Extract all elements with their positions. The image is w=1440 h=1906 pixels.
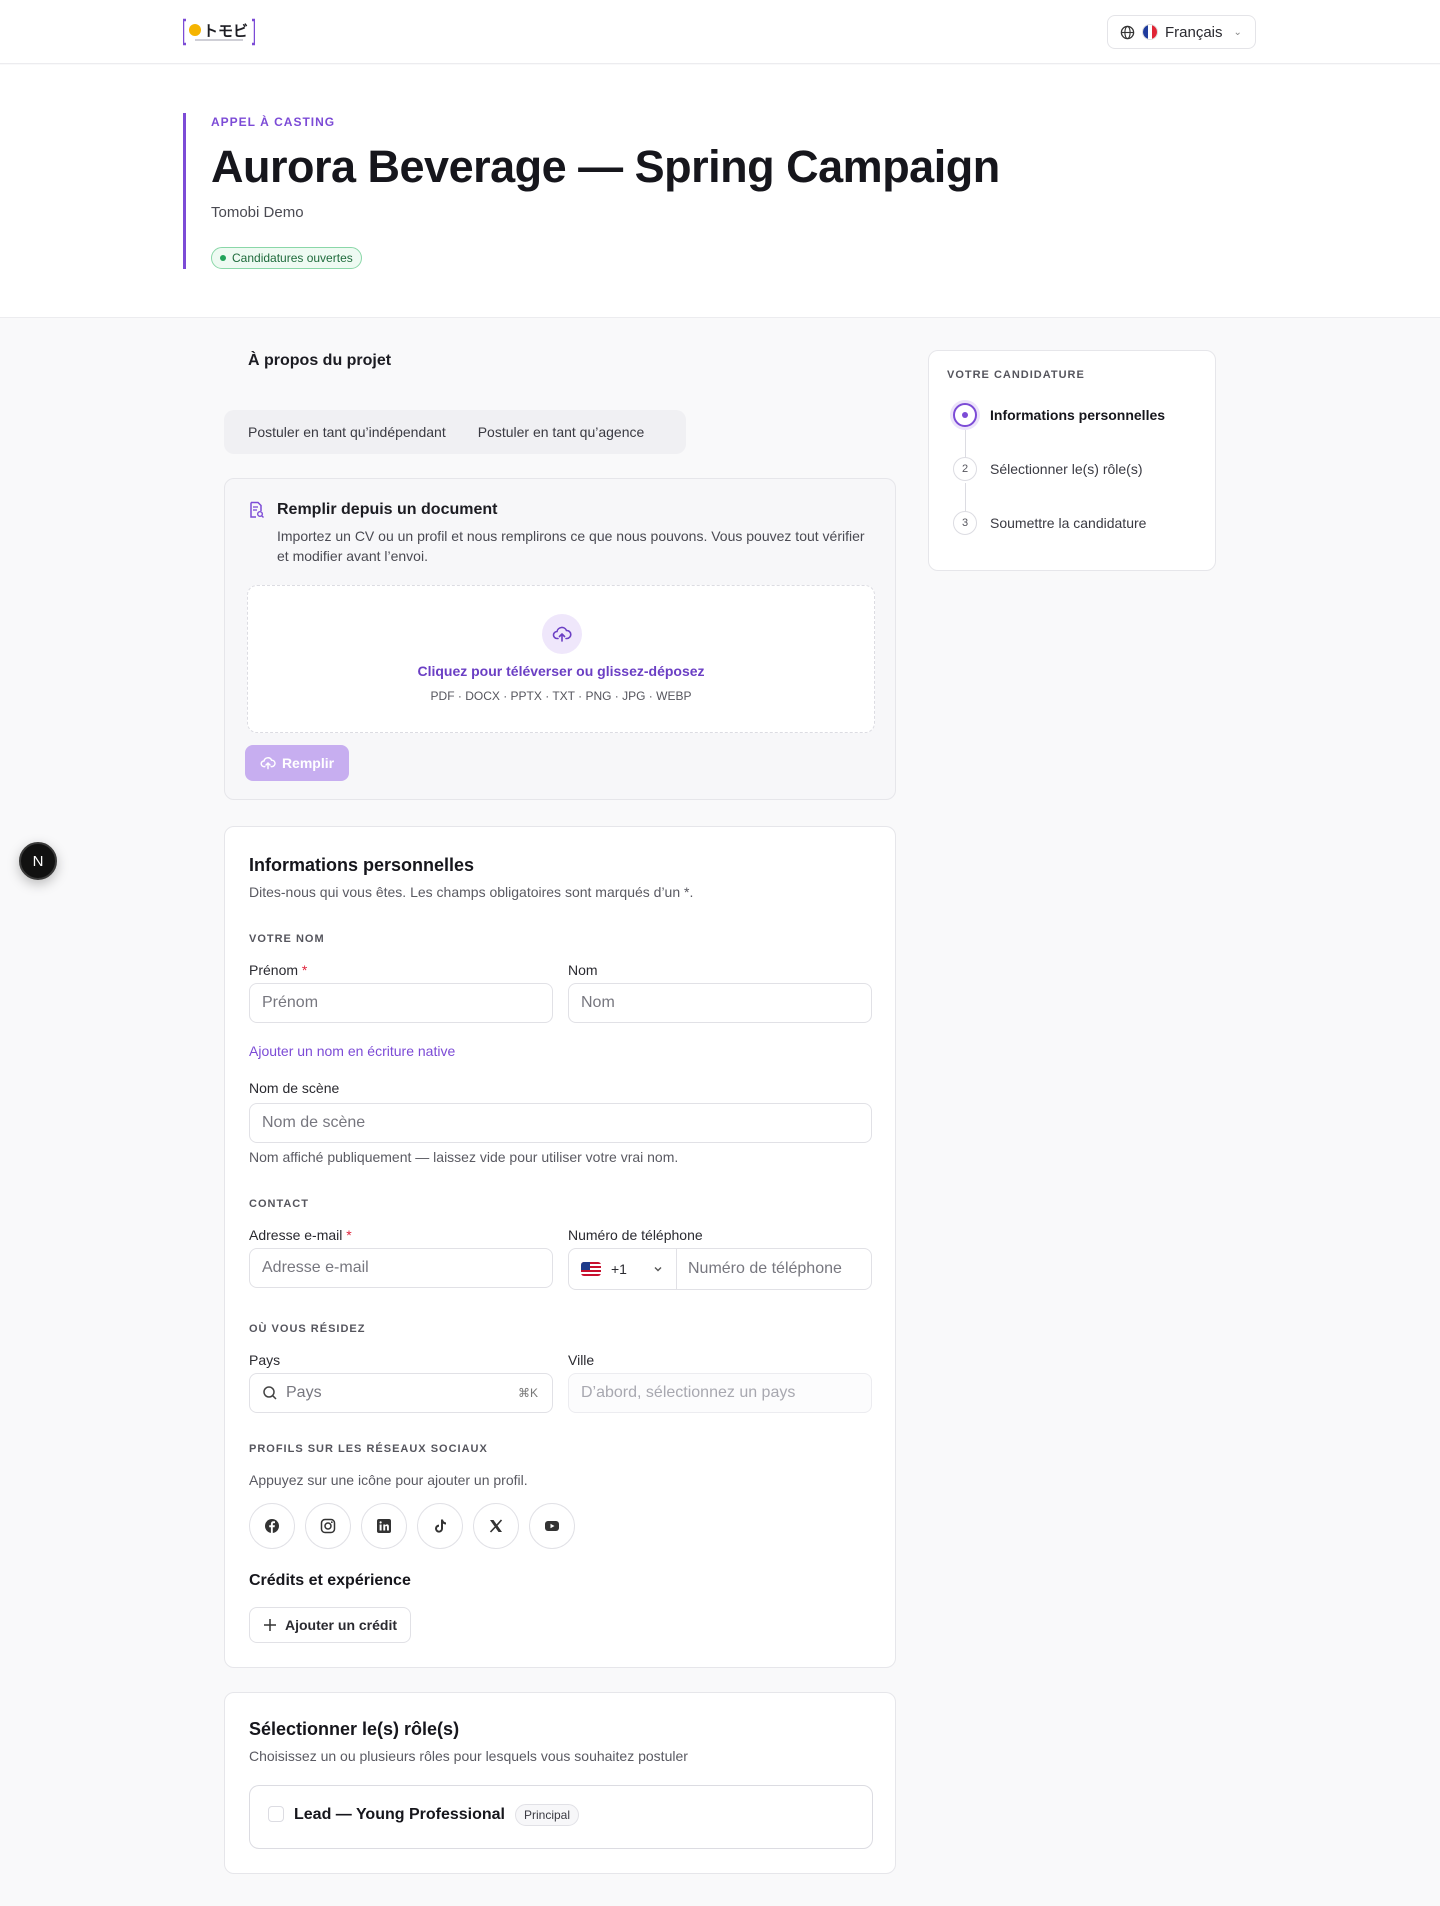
country-search-input[interactable]: Pays ⌘K (249, 1373, 553, 1413)
add-credit-label: Ajouter un crédit (285, 1617, 398, 1633)
stage-name-hint: Nom affiché publiquement — laissez vide … (249, 1149, 679, 1165)
step-label: Sélectionner le(s) rôle(s) (990, 461, 1143, 477)
upload-instruction: Cliquez pour téléverser ou glissez-dépos… (417, 663, 705, 679)
step-number: 2 (953, 457, 977, 481)
last-name-input[interactable]: Nom (568, 983, 872, 1023)
upload-cloud-icon (542, 614, 582, 654)
country-placeholder: Pays (286, 1384, 322, 1401)
globe-icon (1120, 25, 1135, 39)
application-type-tabs: Postuler en tant qu’indépendant Postuler… (224, 410, 686, 454)
chevron-down-icon: ⌄ (1233, 26, 1242, 38)
personal-info-description: Dites-nous qui vous êtes. Les champs obl… (249, 884, 694, 900)
add-native-name-link[interactable]: Ajouter un nom en écriture native (249, 1043, 455, 1059)
document-description: Importez un CV ou un profil et nous remp… (277, 528, 865, 564)
tab-independent[interactable]: Postuler en tant qu’indépendant (232, 416, 462, 448)
step-connector (965, 483, 966, 513)
role-option[interactable]: Lead — Young Professional Principal (249, 1785, 873, 1849)
role-name: Lead — Young Professional (294, 1806, 505, 1823)
step-label: Informations personnelles (990, 407, 1166, 423)
email-label: Adresse e-mail * (249, 1227, 352, 1243)
command-k-shortcut: ⌘K (517, 1386, 538, 1400)
city-input[interactable]: D’abord, sélectionnez un pays (568, 1373, 872, 1413)
linkedin-icon[interactable] (361, 1503, 407, 1549)
plus-icon (264, 1619, 276, 1631)
name-group-label: VOTRE NOM (249, 933, 325, 945)
tab-agency[interactable]: Postuler en tant qu’agence (462, 416, 661, 448)
tomobi-logo[interactable]: トモビ (183, 18, 255, 46)
eyebrow-label: APPEL À CASTING (211, 115, 336, 129)
france-flag-icon (1142, 24, 1158, 40)
stage-name-label: Nom de scène (249, 1080, 340, 1096)
fill-button[interactable]: Remplir (245, 745, 349, 781)
document-search-icon (250, 501, 264, 518)
about-project-link[interactable]: À propos du projet (248, 352, 391, 370)
social-icon-row (249, 1503, 575, 1549)
status-badge: Candidatures ouvertes (211, 247, 362, 269)
step-connector (965, 429, 966, 459)
phone-field: +1 Numéro de téléphone (568, 1248, 872, 1290)
tiktok-icon[interactable] (417, 1503, 463, 1549)
location-group-label: OÙ VOUS RÉSIDEZ (249, 1323, 366, 1335)
instagram-icon[interactable] (305, 1503, 351, 1549)
status-dot-icon (220, 255, 226, 261)
country-code-value: +1 (611, 1261, 627, 1277)
accepted-formats: PDF · DOCX · PPTX · TXT · PNG · JPG · WE… (430, 689, 692, 703)
roles-title: Sélectionner le(s) rôle(s) (249, 1719, 460, 1739)
language-selector[interactable]: Français ⌄ (1107, 15, 1256, 49)
add-credit-button[interactable]: Ajouter un crédit (249, 1607, 412, 1643)
step-submit[interactable]: 3 Soumettre la candidature (953, 511, 1146, 535)
organizer-name: Tomobi Demo (211, 204, 304, 221)
contact-group-label: CONTACT (249, 1198, 309, 1210)
role-type-badge: Principal (515, 1804, 580, 1826)
roles-description: Choisissez un ou plusieurs rôles pour le… (249, 1748, 688, 1764)
social-hint: Appuyez sur une icône pour ajouter un pr… (249, 1472, 528, 1488)
step-personal-info[interactable]: Informations personnelles (953, 403, 1165, 427)
accent-bar (183, 113, 186, 269)
credits-title: Crédits et expérience (249, 1572, 411, 1589)
x-icon[interactable] (473, 1503, 519, 1549)
svg-text:トモビ: トモビ (203, 22, 248, 40)
email-field[interactable]: Adresse e-mail (249, 1248, 553, 1288)
upload-cloud-icon (260, 757, 276, 770)
step-active-indicator (953, 403, 977, 427)
fill-button-label: Remplir (281, 755, 335, 771)
document-title: Remplir depuis un document (277, 501, 498, 518)
step-number: 3 (953, 511, 977, 535)
first-name-input[interactable]: Prénom (249, 983, 553, 1023)
roles-card: Sélectionner le(s) rôle(s) Choisissez un… (224, 1692, 896, 1874)
social-group-label: PROFILS SUR LES RÉSEAUX SOCIAUX (249, 1443, 488, 1455)
page-title: Aurora Beverage — Spring Campaign (211, 141, 1000, 192)
country-code-select[interactable]: +1 (569, 1249, 677, 1289)
facebook-icon[interactable] (249, 1503, 295, 1549)
dev-tools-badge[interactable]: N (19, 842, 57, 880)
youtube-icon[interactable] (529, 1503, 575, 1549)
first-name-label: Prénom * (249, 962, 308, 978)
phone-number-input[interactable]: Numéro de téléphone (677, 1249, 871, 1289)
fill-from-document-card: Remplir depuis un document Importez un C… (224, 478, 896, 800)
last-name-label: Nom (568, 962, 598, 978)
us-flag-icon (581, 1262, 601, 1276)
stage-name-input[interactable]: Nom de scène (249, 1103, 872, 1143)
phone-label: Numéro de téléphone (568, 1227, 703, 1243)
file-dropzone[interactable]: Cliquez pour téléverser ou glissez-dépos… (247, 585, 875, 733)
step-select-roles[interactable]: 2 Sélectionner le(s) rôle(s) (953, 457, 1143, 481)
country-label: Pays (249, 1352, 281, 1368)
personal-info-title: Informations personnelles (249, 855, 475, 875)
top-bar: トモビ Français ⌄ (0, 0, 1440, 64)
application-progress-card: VOTRE CANDIDATURE Informations personnel… (928, 350, 1216, 571)
progress-title: VOTRE CANDIDATURE (947, 369, 1085, 381)
search-icon (263, 1386, 277, 1400)
role-checkbox[interactable] (268, 1806, 284, 1822)
step-label: Soumettre la candidature (990, 515, 1147, 531)
status-label: Candidatures ouvertes (232, 251, 353, 265)
chevron-down-icon (654, 1267, 662, 1272)
personal-info-card: Informations personnelles Dites-nous qui… (224, 826, 896, 1668)
city-label: Ville (568, 1352, 595, 1368)
language-label: Français (1165, 23, 1223, 41)
casting-header: APPEL À CASTING Aurora Beverage — Spring… (0, 65, 1440, 318)
